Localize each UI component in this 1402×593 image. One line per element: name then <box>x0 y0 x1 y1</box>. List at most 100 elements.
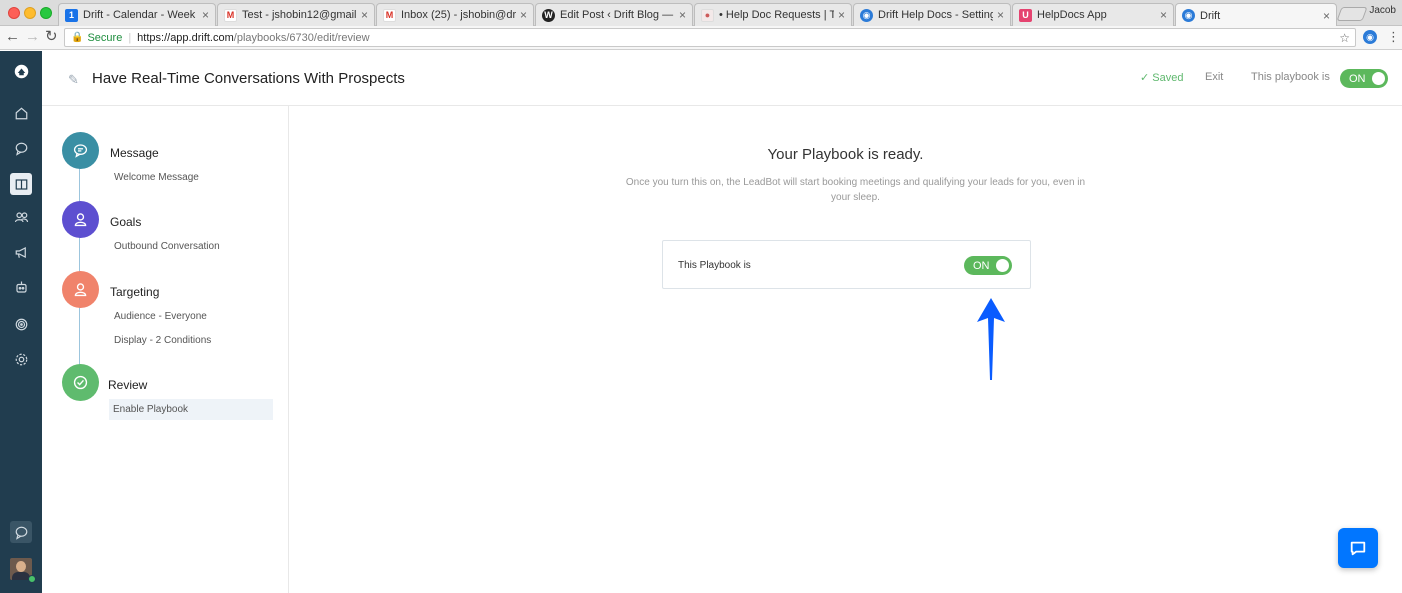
playbook-status-label: This playbook is <box>1251 71 1330 83</box>
playbook-header: ✎ Have Real-Time Conversations With Pros… <box>42 51 1402 106</box>
browser-tab-gmail-inbox[interactable]: M Inbox (25) - jshobin@drift.c × <box>376 3 534 26</box>
tab-title: • Help Doc Requests | Trello <box>719 9 834 21</box>
ready-description: Once you turn this on, the LeadBot will … <box>625 177 1086 203</box>
playbook-steps-panel: Message Welcome Message Goals Outbound C… <box>42 106 289 593</box>
wordpress-icon: W <box>542 8 555 22</box>
helpdocs-icon: ◉ <box>860 8 873 22</box>
app-sidebar-nav <box>0 51 42 593</box>
google-calendar-icon: 1 <box>65 8 78 22</box>
playbook-status-card: This Playbook is ON <box>662 240 1031 289</box>
step-review-sub-enable[interactable]: Enable Playbook <box>109 399 273 420</box>
browser-tab-wordpress[interactable]: W Edit Post ‹ Drift Blog — Wor × <box>535 3 693 26</box>
url-separator: | <box>128 31 132 44</box>
tab-title: Drift Help Docs - Setting Up <box>878 9 993 21</box>
tab-title: Edit Post ‹ Drift Blog — Wor <box>560 9 675 21</box>
step-targeting-title[interactable]: Targeting <box>110 285 159 299</box>
target-icon[interactable] <box>10 313 32 335</box>
drift-logo-icon[interactable] <box>10 60 32 82</box>
url-input[interactable]: 🔒 Secure | https://app.drift.com /playbo… <box>64 28 1356 47</box>
gmail-icon: M <box>224 8 237 22</box>
playbook-on-toggle[interactable]: ON <box>964 256 1012 275</box>
edit-pencil-icon[interactable]: ✎ <box>68 72 79 88</box>
tab-close-icon[interactable]: × <box>679 8 686 22</box>
reload-icon[interactable]: ↻ <box>45 29 58 45</box>
saved-label: Saved <box>1152 72 1184 84</box>
ready-heading: Your Playbook is ready. <box>767 146 924 163</box>
step-message-title[interactable]: Message <box>110 146 159 160</box>
back-arrow-icon[interactable]: ← <box>5 29 20 45</box>
browser-tab-gmail-test[interactable]: M Test - jshobin12@gmail.com × <box>217 3 375 26</box>
step-message-sub-welcome[interactable]: Welcome Message <box>114 172 199 183</box>
tab-close-icon[interactable]: × <box>838 8 845 22</box>
window-zoom-button[interactable] <box>40 7 52 19</box>
window-close-button[interactable] <box>8 7 20 19</box>
home-icon[interactable] <box>10 102 32 124</box>
browser-address-bar: ← → ↻ 🔒 Secure | https://app.drift.com /… <box>0 26 1402 50</box>
helpdocs-app-icon: U <box>1019 8 1032 22</box>
step-targeting-sub-audience[interactable]: Audience - Everyone <box>114 311 207 322</box>
playbooks-icon[interactable] <box>10 173 32 195</box>
tab-close-icon[interactable]: × <box>361 8 368 22</box>
tab-title: Test - jshobin12@gmail.com <box>242 9 357 21</box>
chat-feedback-icon[interactable] <box>10 521 32 543</box>
exit-button[interactable]: Exit <box>1205 71 1223 83</box>
step-review-circle[interactable] <box>62 364 99 401</box>
toggle-knob <box>996 259 1009 272</box>
forward-arrow-icon[interactable]: → <box>25 29 40 45</box>
tab-title: HelpDocs App <box>1037 9 1107 21</box>
browser-menu-icon[interactable]: ⋮ <box>1387 29 1400 45</box>
tab-close-icon[interactable]: × <box>997 8 1004 22</box>
lock-icon: 🔒 <box>71 32 84 43</box>
step-goals-title[interactable]: Goals <box>110 215 141 229</box>
browser-tab-bar: 1 Drift - Calendar - Week of A × M Test … <box>0 0 1402 27</box>
megaphone-icon[interactable] <box>10 241 32 263</box>
bot-icon[interactable] <box>10 276 32 298</box>
tab-close-icon[interactable]: × <box>1160 8 1167 22</box>
bookmark-star-icon[interactable]: ☆ <box>1339 31 1350 45</box>
browser-profile-name[interactable]: Jacob <box>1369 5 1396 16</box>
browser-tab-helpdocs[interactable]: ◉ Drift Help Docs - Setting Up × <box>853 3 1011 26</box>
extension-drift-icon[interactable]: ◉ <box>1363 30 1377 44</box>
gmail-icon: M <box>383 8 396 22</box>
check-icon: ✓ <box>1140 72 1150 84</box>
browser-tab-calendar[interactable]: 1 Drift - Calendar - Week of A × <box>58 3 216 26</box>
avatar-face <box>16 561 26 572</box>
step-goals-circle[interactable] <box>62 201 99 238</box>
step-goals-sub-outbound[interactable]: Outbound Conversation <box>114 241 220 252</box>
browser-tab-helpdocs-app[interactable]: U HelpDocs App × <box>1012 3 1174 26</box>
url-path: /playbooks/6730/edit/review <box>233 31 370 44</box>
card-label: This Playbook is <box>678 260 751 271</box>
settings-gear-icon[interactable] <box>10 348 32 370</box>
window-minimize-button[interactable] <box>24 7 36 19</box>
contacts-icon[interactable] <box>10 206 32 228</box>
saved-status: ✓ Saved <box>1140 71 1183 84</box>
person-icon <box>74 283 87 297</box>
tab-close-icon[interactable]: × <box>1323 9 1330 23</box>
new-tab-button[interactable] <box>1336 7 1368 21</box>
secure-label: Secure <box>87 31 123 44</box>
tab-close-icon[interactable]: × <box>520 8 527 22</box>
page-title[interactable]: Have Real-Time Conversations With Prospe… <box>92 70 405 87</box>
person-icon <box>74 213 87 227</box>
chat-launcher-button[interactable] <box>1338 528 1378 568</box>
conversations-icon[interactable] <box>10 137 32 159</box>
chat-bubble-icon <box>73 144 88 158</box>
header-playbook-toggle[interactable]: ON <box>1340 69 1388 88</box>
step-targeting-circle[interactable] <box>62 271 99 308</box>
browser-tab-trello[interactable]: ● • Help Doc Requests | Trello × <box>694 3 852 26</box>
online-status-indicator <box>28 575 36 583</box>
step-message-circle[interactable] <box>62 132 99 169</box>
toggle-label: ON <box>973 259 990 272</box>
browser-tab-drift[interactable]: ◉ Drift × <box>1175 3 1337 27</box>
tab-close-icon[interactable]: × <box>202 8 209 22</box>
review-main-content: Your Playbook is ready. Once you turn th… <box>289 106 1402 593</box>
check-circle-icon <box>73 375 88 390</box>
toggle-label: ON <box>1349 72 1366 85</box>
step-review-title[interactable]: Review <box>108 378 147 392</box>
step-targeting-sub-display[interactable]: Display - 2 Conditions <box>114 335 211 346</box>
url-host: https://app.drift.com <box>137 31 234 44</box>
drift-icon: ◉ <box>1182 9 1195 22</box>
tab-title: Drift <box>1200 9 1221 22</box>
toggle-knob <box>1372 72 1385 85</box>
tab-title: Inbox (25) - jshobin@drift.c <box>401 9 516 21</box>
